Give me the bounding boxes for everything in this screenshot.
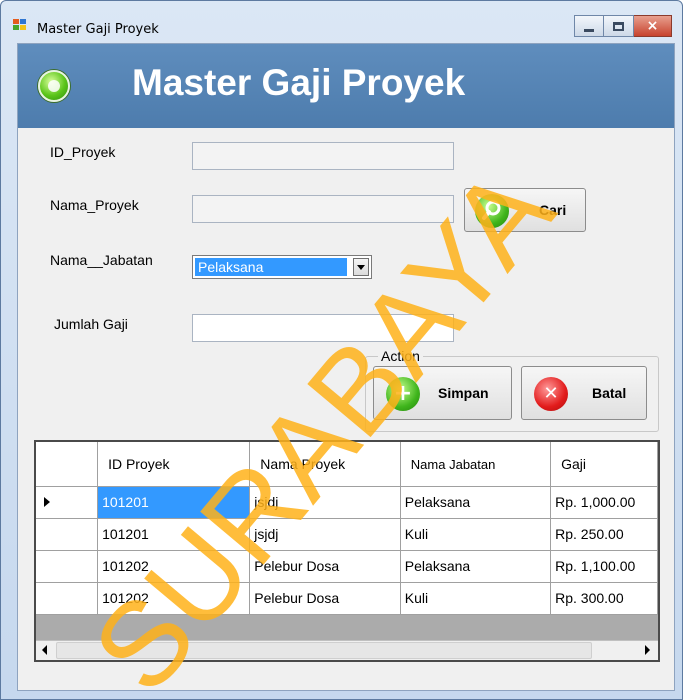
jumlah-gaji-input[interactable] [192,314,454,342]
table-cell[interactable]: Pelebur Dosa [249,550,401,583]
close-icon: × [646,18,659,34]
minimize-icon [584,28,594,32]
id-proyek-input[interactable] [192,142,454,170]
table-row[interactable]: 101202 Pelebur Dosa Pelaksana Rp. 1,100.… [36,550,658,583]
current-row-icon [44,497,50,507]
cari-button[interactable]: Cari [464,188,586,232]
table-cell[interactable]: 101202 [97,582,251,615]
table-cell[interactable]: Pelaksana [400,486,552,519]
table-cell[interactable]: Rp. 1,100.00 [550,550,658,583]
action-group-title: Action [378,348,423,364]
maximize-button[interactable] [604,15,634,37]
table-cell[interactable]: jsjdj [249,486,401,519]
minimize-button[interactable] [574,15,604,37]
nama-proyek-input[interactable] [192,195,454,223]
table-cell[interactable]: Rp. 1,000.00 [550,486,658,519]
column-header-id-proyek[interactable]: ID Proyek [97,442,251,487]
row-header[interactable] [36,582,99,615]
table-cell[interactable]: Rp. 300.00 [550,582,658,615]
maximize-icon [613,21,624,31]
table-cell[interactable]: Rp. 250.00 [550,518,658,551]
table-cell[interactable]: Pelebur Dosa [249,582,401,615]
title-bar[interactable]: Master Gaji Proyek × [1,1,682,43]
horizontal-scrollbar[interactable] [36,640,658,660]
column-header-nama-jabatan[interactable]: Nama Jabatan [400,442,552,487]
row-header[interactable] [36,550,99,583]
column-header-nama-proyek[interactable]: Nama Proyek [249,442,401,487]
table-cell[interactable]: 101201 [97,486,251,519]
row-header-current[interactable] [36,486,99,519]
search-icon [475,194,509,228]
page-title: Master Gaji Proyek [132,62,466,103]
flower-logo-icon [38,70,70,102]
simpan-button[interactable]: + Simpan [373,366,512,420]
nama-jabatan-label: Nama__Jabatan [50,252,153,268]
chevron-down-icon[interactable] [353,258,369,276]
x-icon: ✕ [534,377,568,411]
table-cell[interactable]: 101202 [97,550,251,583]
nama-jabatan-select[interactable]: Pelaksana [192,255,372,279]
table-row[interactable]: 101201 jsjdj Kuli Rp. 250.00 [36,518,658,551]
table-cell[interactable]: Kuli [400,582,552,615]
nama-proyek-label: Nama_Proyek [50,197,139,213]
table-row[interactable]: 101202 Pelebur Dosa Kuli Rp. 300.00 [36,582,658,615]
column-header-gaji[interactable]: Gaji [550,442,658,487]
scroll-left-icon[interactable] [42,645,47,655]
table-cell[interactable]: jsjdj [249,518,401,551]
app-window: Master Gaji Proyek × Master Gaji Proyek … [0,0,683,700]
table-row[interactable]: 101201 jsjdj Pelaksana Rp. 1,000.00 [36,486,658,519]
id-proyek-label: ID_Proyek [50,144,116,160]
close-button[interactable]: × [634,15,672,37]
batal-button-label: Batal [592,385,627,401]
scrollbar-thumb[interactable] [56,642,592,659]
scroll-right-icon[interactable] [645,645,650,655]
table-cell[interactable]: Pelaksana [400,550,552,583]
header-banner: Master Gaji Proyek [18,44,674,128]
batal-button[interactable]: ✕ Batal [521,366,647,420]
plus-icon: + [386,377,420,411]
cari-button-label: Cari [539,202,567,218]
jumlah-gaji-label: Jumlah Gaji [54,316,128,332]
table-cell[interactable]: 101201 [97,518,251,551]
app-window-icon [13,19,27,31]
nama-jabatan-selected-value: Pelaksana [195,258,347,276]
row-header[interactable] [36,518,99,551]
simpan-button-label: Simpan [438,385,489,401]
grid-corner-header [36,442,99,487]
form-body: Master Gaji Proyek ID_Proyek Nama_Proyek… [17,43,675,691]
table-cell[interactable]: Kuli [400,518,552,551]
window-title: Master Gaji Proyek [37,22,159,37]
data-grid[interactable]: ID Proyek Nama Proyek Nama Jabatan Gaji … [34,440,660,662]
window-controls: × [574,15,672,37]
